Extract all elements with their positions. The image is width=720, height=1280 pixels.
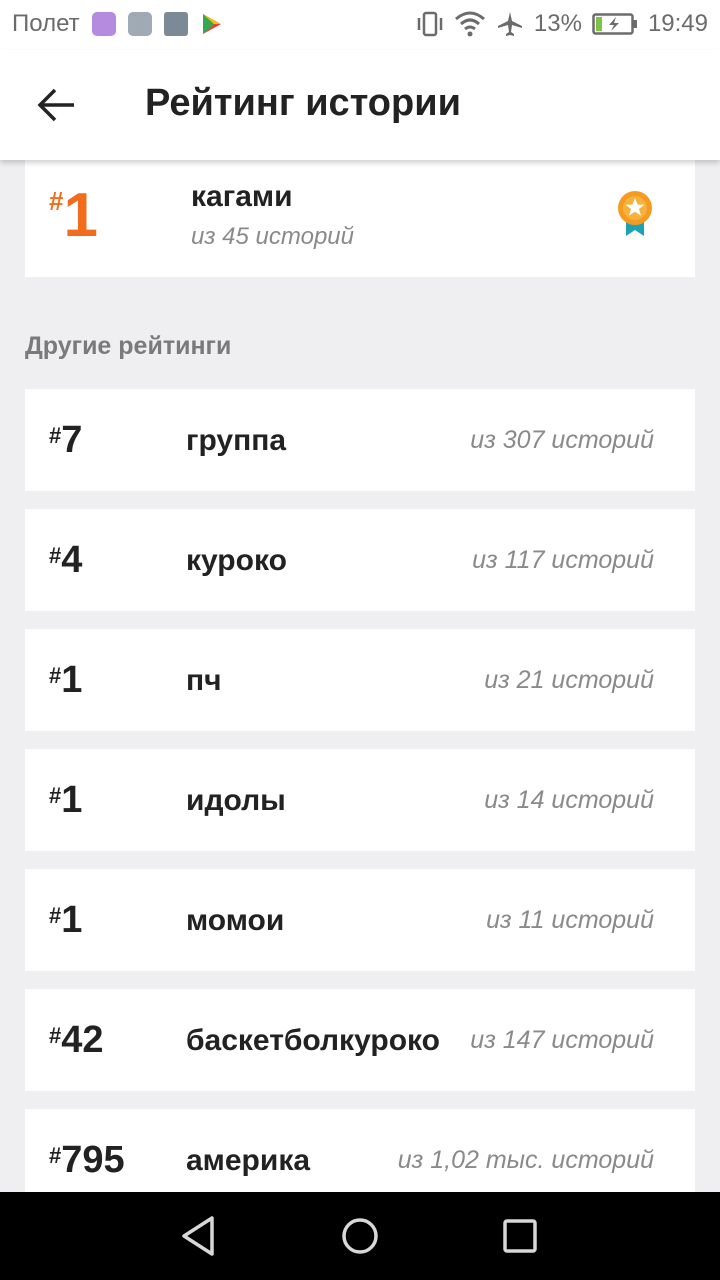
nav-home-icon[interactable] [336, 1212, 384, 1260]
ranking-row[interactable]: #42 баскетболкуроко из 147 историй [25, 989, 695, 1091]
ranking-row[interactable]: #1 момои из 11 историй [25, 869, 695, 971]
battery-percent: 13% [533, 10, 582, 37]
section-title: Другие рейтинги [25, 332, 232, 360]
ranking-row[interactable]: #1 пч из 21 историй [25, 629, 695, 731]
wifi-icon [454, 11, 485, 37]
rank: #1 [49, 659, 82, 702]
tag-name: момои [186, 904, 285, 937]
app-bar: Рейтинг истории [0, 50, 720, 160]
status-left: Полет [12, 10, 224, 38]
nav-recents-icon[interactable] [496, 1212, 544, 1260]
messages-icon [91, 12, 116, 36]
ranking-row[interactable]: #1 идолы из 14 историй [25, 749, 695, 851]
tag-name: америка [186, 1144, 311, 1177]
gallery-icon [127, 12, 152, 36]
avatar-icon [163, 12, 188, 36]
rank-number: 1 [61, 659, 83, 701]
top-rank: #1 [49, 180, 98, 251]
rank-number: 1 [61, 779, 83, 821]
status-bar: Полет 13% 19:49 [0, 0, 720, 50]
tag-name: группа [186, 424, 287, 457]
status-right: 13% 19:49 [406, 10, 708, 38]
medal-star-icon [618, 191, 652, 236]
rank: #1 [49, 899, 82, 942]
rank-hash: # [49, 1023, 62, 1048]
rank-hash: # [49, 186, 64, 216]
airplane-icon [497, 12, 522, 36]
rank: #7 [49, 419, 82, 462]
rank-hash: # [49, 783, 62, 808]
tag-name: идолы [186, 784, 286, 817]
rank: #1 [49, 779, 82, 822]
ranking-row[interactable]: #7 группа из 307 историй [25, 389, 695, 491]
top-story-count: из 45 историй [191, 223, 354, 250]
rank-hash: # [49, 1143, 62, 1168]
back-button[interactable] [30, 78, 84, 132]
rankings-list: #7 группа из 307 историй #4 куроко из 11… [25, 389, 695, 1229]
arrow-back-icon [37, 88, 74, 122]
rank-hash: # [49, 663, 62, 688]
top-tag-name: кагами [191, 180, 293, 213]
rank-number: 7 [61, 419, 83, 461]
battery-charging-icon [592, 13, 637, 35]
clock: 19:49 [647, 10, 708, 37]
rank-number: 795 [61, 1139, 125, 1181]
top-ranking-card[interactable]: #1 кагами из 45 историй [25, 160, 695, 277]
rank-hash: # [49, 423, 62, 448]
nav-back-icon[interactable] [176, 1212, 224, 1260]
story-count: из 14 историй [484, 786, 654, 814]
tag-name: куроко [186, 544, 287, 577]
carrier-name: Полет [12, 10, 80, 37]
rank-hash: # [49, 903, 62, 928]
rank: #42 [49, 1019, 104, 1062]
story-count: из 307 историй [470, 426, 654, 454]
rank: #4 [49, 539, 82, 582]
play-store-icon [202, 14, 221, 34]
story-count: из 11 историй [486, 906, 654, 934]
story-count: из 21 историй [484, 666, 654, 694]
story-count: из 147 историй [470, 1026, 654, 1054]
tag-name: пч [186, 664, 222, 697]
rank-number: 1 [61, 899, 83, 941]
rank: #795 [49, 1139, 125, 1182]
vibrate-icon [417, 11, 443, 37]
ranking-row[interactable]: #4 куроко из 117 историй [25, 509, 695, 611]
rank-number: 1 [63, 181, 98, 250]
system-nav-bar [0, 1192, 720, 1280]
page-title: Рейтинг истории [145, 82, 461, 124]
rank-number: 42 [61, 1019, 104, 1061]
story-count: из 1,02 тыс. историй [397, 1146, 654, 1174]
story-count: из 117 историй [472, 546, 654, 574]
tag-name: баскетболкуроко [186, 1024, 440, 1057]
rank-hash: # [49, 543, 62, 568]
rank-number: 4 [61, 539, 83, 581]
